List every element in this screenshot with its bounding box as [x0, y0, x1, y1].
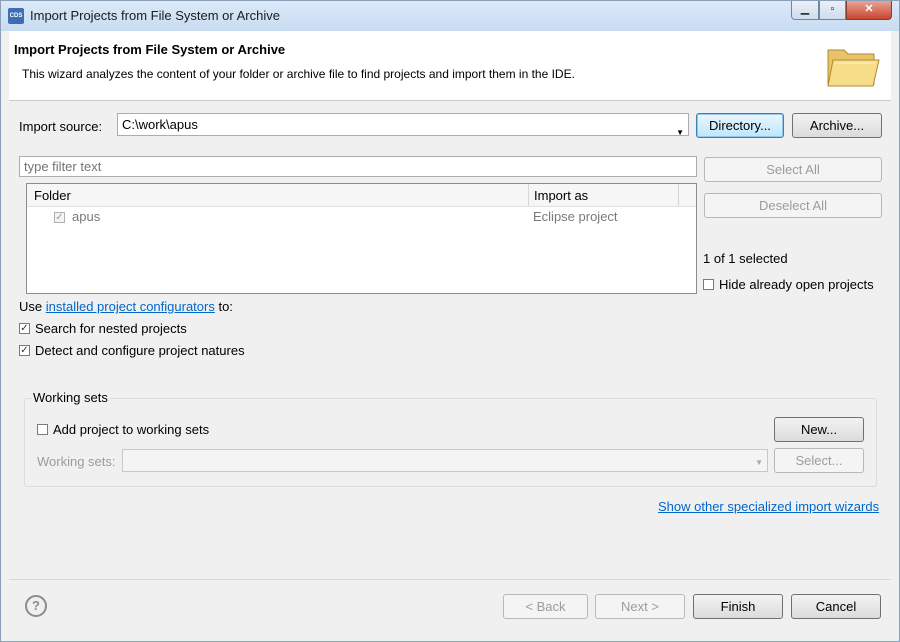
column-header-folder[interactable]: Folder	[34, 188, 71, 203]
working-sets-combo[interactable]: ▼	[122, 449, 768, 472]
title-bar[interactable]: CDS Import Projects from File System or …	[1, 1, 899, 31]
configurators-line: Use installed project configurators to:	[19, 299, 233, 314]
select-all-button[interactable]: Select All	[704, 157, 882, 182]
chevron-down-icon[interactable]: ▼	[755, 458, 763, 467]
column-divider[interactable]	[678, 184, 679, 206]
add-to-working-sets-label[interactable]: Add project to working sets	[53, 422, 209, 437]
working-sets-group	[24, 398, 877, 487]
maximize-button[interactable]: ▫	[819, 1, 846, 20]
help-icon[interactable]: ?	[25, 595, 47, 617]
import-wizard-window: CDS Import Projects from File System or …	[0, 0, 900, 642]
close-button[interactable]: ✕	[846, 1, 892, 20]
import-source-combo[interactable]: C:\work\apus ▼	[117, 113, 689, 137]
column-divider[interactable]	[528, 184, 529, 206]
other-import-wizards-link[interactable]: Show other specialized import wizards	[658, 499, 879, 514]
banner-description: This wizard analyzes the content of your…	[22, 67, 575, 81]
archive-button[interactable]: Archive...	[792, 113, 882, 138]
row-folder: apus	[72, 209, 101, 224]
banner-title: Import Projects from File System or Arch…	[14, 42, 286, 57]
footer-divider	[9, 579, 891, 580]
add-to-working-sets-checkbox[interactable]	[37, 424, 48, 435]
next-button[interactable]: Next >	[595, 594, 685, 619]
back-button[interactable]: < Back	[503, 594, 588, 619]
detect-natures-label[interactable]: Detect and configure project natures	[35, 343, 245, 358]
working-sets-label: Working sets:	[37, 454, 116, 469]
table-header: Folder Import as	[27, 184, 696, 207]
select-working-sets-button[interactable]: Select...	[774, 448, 864, 473]
search-nested-checkbox[interactable]: ✓	[19, 323, 30, 334]
finish-button[interactable]: Finish	[693, 594, 783, 619]
window-title: Import Projects from File System or Arch…	[30, 8, 280, 23]
configurators-prefix: Use	[19, 299, 43, 314]
table-row[interactable]: ✓ apus Eclipse project	[27, 207, 696, 227]
open-folder-icon	[827, 49, 880, 87]
cancel-button[interactable]: Cancel	[791, 594, 881, 619]
wizard-content: Import source: C:\work\apus ▼ Directory.…	[9, 101, 891, 579]
hide-open-projects-checkbox[interactable]	[703, 279, 714, 290]
column-header-import-as[interactable]: Import as	[534, 188, 588, 203]
app-icon: CDS	[8, 8, 24, 24]
new-working-set-button[interactable]: New...	[774, 417, 864, 442]
detect-natures-checkbox[interactable]: ✓	[19, 345, 30, 356]
hide-open-projects-label[interactable]: Hide already open projects	[719, 277, 874, 292]
import-source-value: C:\work\apus	[122, 117, 198, 132]
row-import-as: Eclipse project	[533, 209, 618, 224]
configurators-link[interactable]: installed project configurators	[46, 299, 215, 314]
row-checkbox[interactable]: ✓	[54, 212, 65, 223]
import-source-label: Import source:	[19, 119, 103, 134]
wizard-banner: Import Projects from File System or Arch…	[9, 31, 891, 101]
filter-input[interactable]	[19, 156, 697, 177]
configurators-suffix: to:	[218, 299, 233, 314]
working-sets-legend: Working sets	[32, 390, 109, 405]
selection-count: 1 of 1 selected	[703, 251, 788, 266]
deselect-all-button[interactable]: Deselect All	[704, 193, 882, 218]
minimize-button[interactable]: ▁	[791, 1, 819, 20]
directory-button[interactable]: Directory...	[696, 113, 784, 138]
projects-table[interactable]: Folder Import as ✓ apus Eclipse project	[26, 183, 697, 294]
search-nested-label[interactable]: Search for nested projects	[35, 321, 187, 336]
chevron-down-icon[interactable]: ▼	[676, 122, 684, 143]
